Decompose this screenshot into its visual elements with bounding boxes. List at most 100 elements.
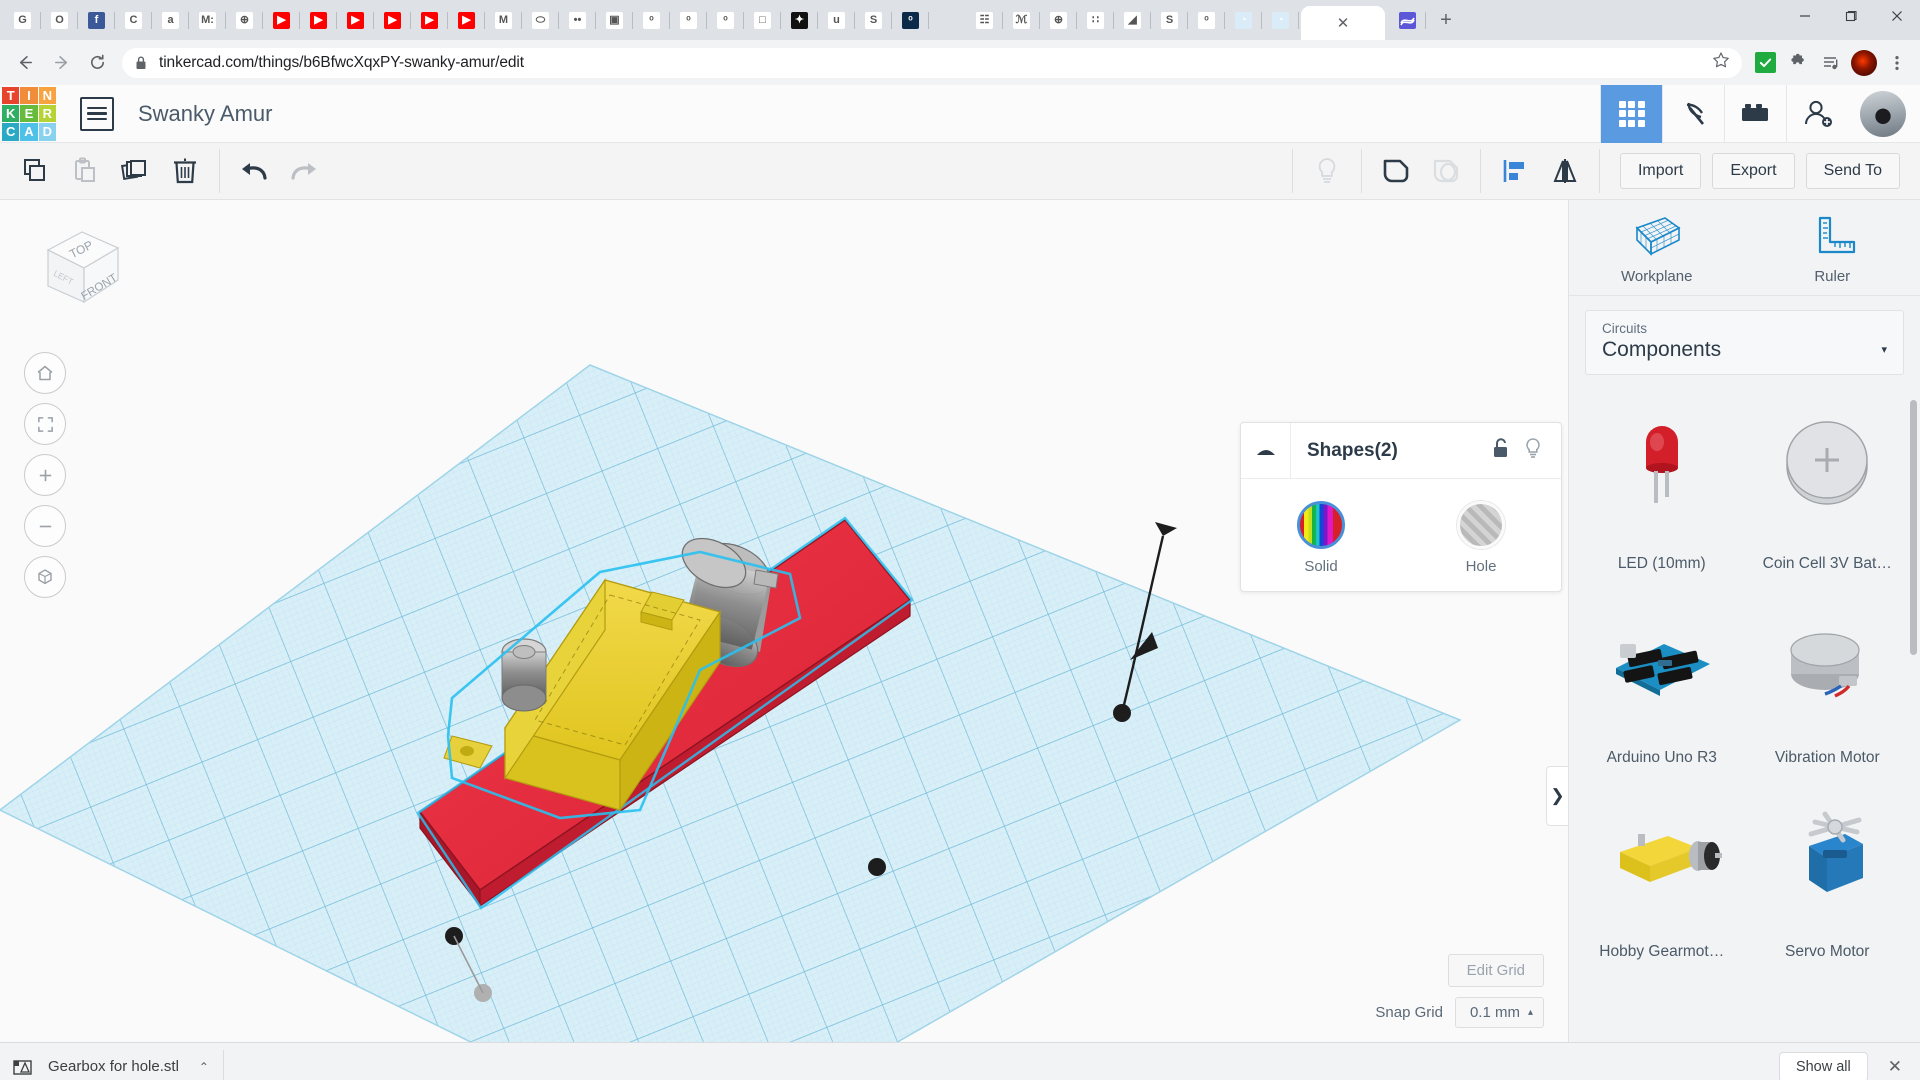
pinned-tab-signature-m[interactable]: ℳ xyxy=(1003,3,1040,37)
chevron-up-icon[interactable]: ⌃ xyxy=(199,1060,209,1074)
3d-viewport[interactable]: TOP FRONT LEFT Shapes(2) Solid Hole ❯ Ed… xyxy=(0,200,1568,1042)
solid-color-swatch[interactable] xyxy=(1297,501,1345,549)
mode-3d-design-button[interactable] xyxy=(1600,84,1662,143)
view-cube[interactable]: TOP FRONT LEFT xyxy=(26,222,130,318)
lightbulb-icon[interactable] xyxy=(1523,437,1543,464)
extension-checkmark[interactable] xyxy=(1750,48,1780,78)
pinned-tab-orange-dots[interactable]: ∷ xyxy=(1077,3,1114,37)
home-view-button[interactable] xyxy=(24,352,66,394)
mode-codeblocks-button[interactable] xyxy=(1662,84,1724,143)
pinned-tab-amazon[interactable]: a xyxy=(152,3,189,37)
invite-people-button[interactable] xyxy=(1786,84,1848,143)
pinned-tab-dog-avatar-2[interactable]: ◔ xyxy=(1262,3,1299,37)
snap-grid-select[interactable]: 0.1 mm ▴ xyxy=(1454,997,1544,1028)
pinned-tab-gmail[interactable]: M xyxy=(485,3,522,37)
pinned-tab-flickr[interactable]: •• xyxy=(559,3,596,37)
pinned-tab-outlook[interactable]: O xyxy=(41,3,78,37)
duplicate-button[interactable] xyxy=(110,148,160,194)
profile-button[interactable] xyxy=(1849,48,1879,78)
pinned-tab-youtube-4[interactable]: ▶ xyxy=(374,3,411,37)
address-bar[interactable]: tinkercad.com/things/b6BfwcXqxPY-swanky-… xyxy=(122,47,1742,78)
component-item[interactable]: Servo Motor xyxy=(1745,779,1911,969)
pinned-tab-globe-gray[interactable]: ⊕ xyxy=(226,3,263,37)
pinned-tab-blank-tab[interactable] xyxy=(929,3,966,37)
pinned-tab-scribd[interactable]: S xyxy=(855,3,892,37)
pinned-tab-mega[interactable]: M: xyxy=(189,3,226,37)
group-button[interactable] xyxy=(1371,148,1421,194)
send-to-button[interactable]: Send To xyxy=(1805,153,1900,189)
show-all-downloads-button[interactable]: Show all xyxy=(1778,1051,1868,1080)
pinned-tab-facebook[interactable]: f xyxy=(78,3,115,37)
active-tab[interactable]: ✕ xyxy=(1301,6,1385,40)
pinned-tab-youtube-5[interactable]: ▶ xyxy=(411,3,448,37)
delete-button[interactable] xyxy=(160,148,210,194)
bookmark-star-icon[interactable] xyxy=(1712,51,1730,74)
pinned-tab-star-black[interactable]: ✦ xyxy=(781,3,818,37)
tinkercad-logo[interactable]: TINKERCAD xyxy=(0,85,58,143)
close-download-bar-button[interactable]: ✕ xyxy=(1882,1057,1908,1077)
light-button[interactable] xyxy=(1302,148,1352,194)
redo-button[interactable] xyxy=(279,148,329,194)
edit-grid-button[interactable]: Edit Grid xyxy=(1447,954,1544,987)
project-menu-button[interactable] xyxy=(80,96,114,131)
pinned-tab-youtube-2[interactable]: ▶ xyxy=(300,3,337,37)
handle-dot[interactable] xyxy=(868,858,886,876)
back-button[interactable] xyxy=(8,46,42,80)
align-button[interactable] xyxy=(1490,148,1540,194)
sidebar-item-ruler[interactable]: Ruler xyxy=(1745,214,1920,285)
pinned-tab-lightbulb-2[interactable]: ᵒ xyxy=(670,3,707,37)
media-playlist-button[interactable] xyxy=(1816,48,1846,78)
pinned-tab-google-translate[interactable]: G xyxy=(4,3,41,37)
undo-button[interactable] xyxy=(229,148,279,194)
pinned-tab-spyglass[interactable]: ᵒ xyxy=(1188,3,1225,37)
extensions-puzzle-button[interactable] xyxy=(1783,48,1813,78)
pinned-tab-graduation[interactable]: ᵒ xyxy=(892,3,929,37)
pinned-tab-calendar[interactable]: ☷ xyxy=(966,3,1003,37)
download-item[interactable]: Gearbox for hole.stl ⌃ xyxy=(12,1049,224,1080)
pinned-tab-tinkercad[interactable] xyxy=(1389,3,1426,37)
ungroup-button[interactable] xyxy=(1421,148,1471,194)
minimize-button[interactable] xyxy=(1782,0,1828,32)
pinned-tab-globe-gray-2[interactable]: ⊕ xyxy=(1040,3,1077,37)
forward-button[interactable] xyxy=(44,46,78,80)
fit-to-view-button[interactable] xyxy=(24,403,66,445)
unlock-icon[interactable] xyxy=(1491,437,1511,464)
pinned-tab-youtube-1[interactable]: ▶ xyxy=(263,3,300,37)
mode-blocks-button[interactable] xyxy=(1724,84,1786,143)
zoom-out-button[interactable] xyxy=(24,505,66,547)
zoom-in-button[interactable] xyxy=(24,454,66,496)
panel-collapse-arrow-button[interactable]: ❯ xyxy=(1546,766,1568,826)
pinned-tab-yellow-map[interactable]: ◢ xyxy=(1114,3,1151,37)
shape-option-solid[interactable]: Solid xyxy=(1241,501,1401,575)
component-item[interactable]: Arduino Uno R3 xyxy=(1579,585,1745,775)
chrome-menu-button[interactable] xyxy=(1882,48,1912,78)
pinned-tab-red-app[interactable]: ▣ xyxy=(596,3,633,37)
hole-swatch[interactable] xyxy=(1457,501,1505,549)
component-item[interactable]: LED (10mm) xyxy=(1579,391,1745,581)
paste-button[interactable] xyxy=(60,148,110,194)
shape-option-hole[interactable]: Hole xyxy=(1401,501,1561,575)
pinned-tab-script-u[interactable]: u xyxy=(818,3,855,37)
maximize-button[interactable] xyxy=(1828,0,1874,32)
close-icon[interactable]: ✕ xyxy=(1337,16,1350,31)
mirror-button[interactable] xyxy=(1540,148,1590,194)
user-avatar[interactable] xyxy=(1860,90,1906,137)
reload-button[interactable] xyxy=(80,46,114,80)
component-item[interactable]: Hobby Gearmot… xyxy=(1579,779,1745,969)
pinned-tab-lightbulb-3[interactable]: ᵒ xyxy=(707,3,744,37)
ortho-toggle-button[interactable] xyxy=(24,556,66,598)
import-button[interactable]: Import xyxy=(1619,153,1702,189)
shapes-collapse-button[interactable] xyxy=(1241,422,1291,479)
export-button[interactable]: Export xyxy=(1712,153,1795,189)
pinned-tab-lightbulb-1[interactable]: ᵒ xyxy=(633,3,670,37)
pinned-tab-green-oval[interactable]: ⬭ xyxy=(522,3,559,37)
component-item[interactable]: Vibration Motor xyxy=(1745,585,1911,775)
component-item[interactable]: Coin Cell 3V Bat… xyxy=(1745,391,1911,581)
pinned-tab-dog-avatar-1[interactable]: ◔ xyxy=(1225,3,1262,37)
sidebar-scrollbar[interactable] xyxy=(1910,400,1917,655)
pinned-tab-youtube-3[interactable]: ▶ xyxy=(337,3,374,37)
close-window-button[interactable] xyxy=(1874,0,1920,32)
pinned-tab-youtube-6[interactable]: ▶ xyxy=(448,3,485,37)
pinned-tab-gray-app[interactable]: □ xyxy=(744,3,781,37)
pinned-tab-stemia[interactable]: S xyxy=(1151,3,1188,37)
